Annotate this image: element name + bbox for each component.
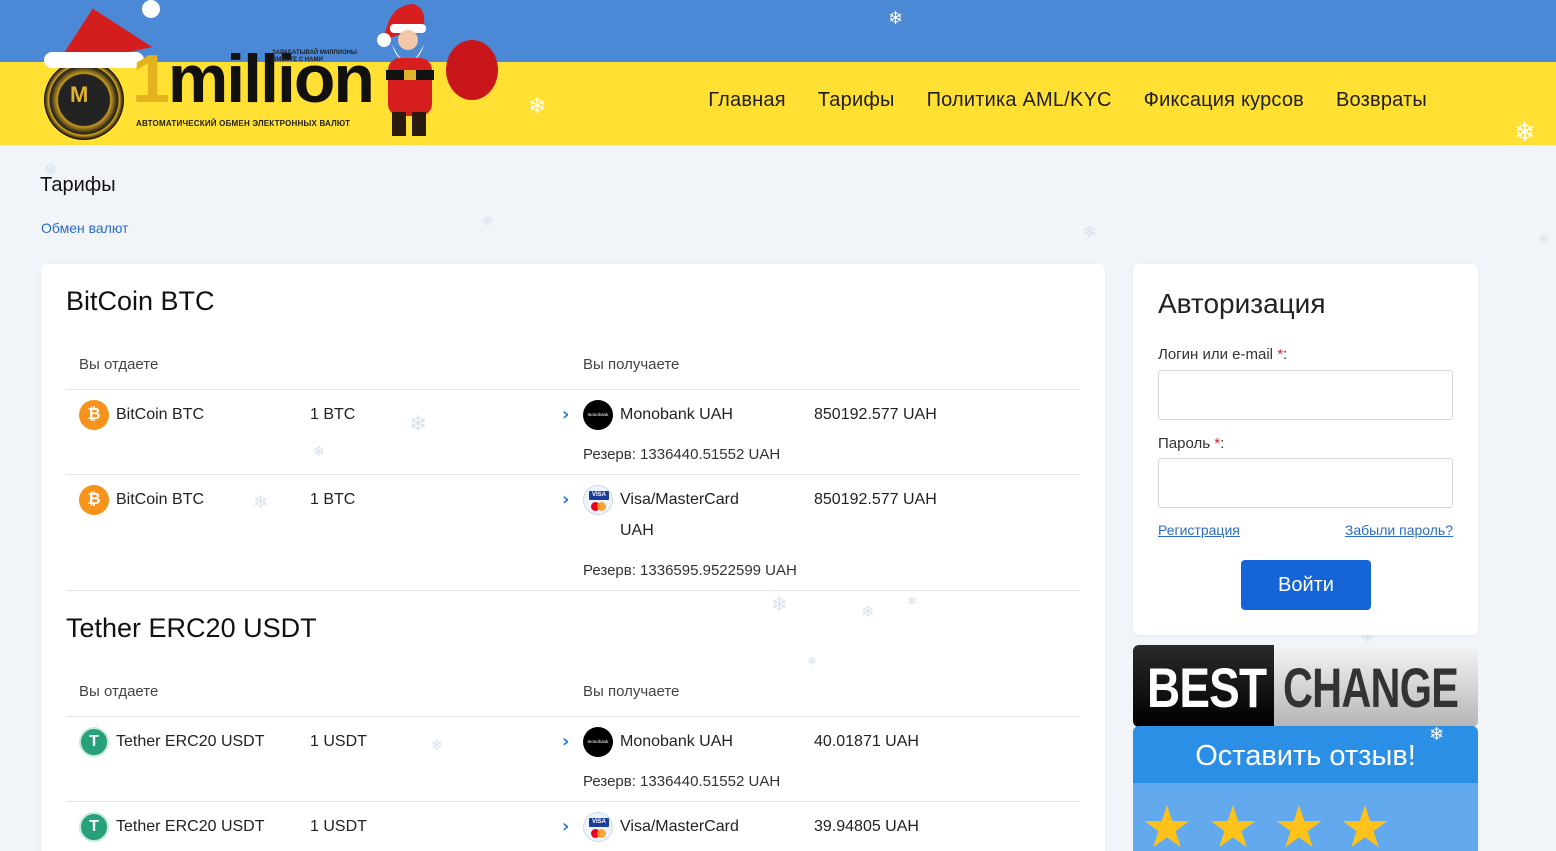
- star-icon: ★: [1273, 793, 1325, 851]
- give-currency: Tether ERC20 USDT: [116, 733, 265, 750]
- snowflake-icon: ❄: [313, 444, 325, 460]
- snowflake-icon: ❄: [807, 654, 818, 668]
- nav-aml-kyc[interactable]: Политика AML/KYC: [927, 89, 1112, 112]
- snowflake-icon: ❄: [528, 94, 547, 119]
- login-title: Авторизация: [1158, 288, 1326, 319]
- logo-tagline: АВТОМАТИЧЕСКИЙ ОБМЕН ЭЛЕКТРОННЫХ ВАЛЮТ: [136, 119, 351, 128]
- get-currency: Visa/MasterCard: [620, 818, 739, 835]
- snowflake-icon: ❄: [888, 8, 904, 29]
- give-amount: 1 USDT: [310, 733, 367, 750]
- santa-hat-pompom: [142, 0, 160, 18]
- give-currency: Tether ERC20 USDT: [116, 818, 265, 835]
- bitcoin-icon: ₿: [79, 400, 109, 430]
- get-currency: Monobank UAH: [620, 406, 733, 423]
- page-title: Тарифы: [40, 174, 116, 196]
- main-nav: Главная Тарифы Политика AML/KYC Фиксация…: [708, 89, 1427, 112]
- snowflake-icon: ❄: [1083, 222, 1097, 241]
- get-currency: Monobank UAH: [620, 733, 733, 750]
- snowflake-icon: ❄: [1429, 726, 1445, 745]
- section-title: BitCoin BTC: [66, 286, 215, 316]
- get-amount: 850192.577 UAH: [814, 406, 937, 423]
- login-button[interactable]: Войти: [1241, 560, 1371, 610]
- divider: [66, 801, 1080, 802]
- tariffs-card: BitCoin BTC Вы отдаете Вы получаете ₿ Bi…: [41, 264, 1105, 851]
- give-amount: 1 USDT: [310, 818, 367, 835]
- tether-icon: T: [79, 727, 109, 757]
- snowflake-icon: ❄: [1514, 118, 1536, 145]
- col-get-header: Вы получаете: [583, 683, 680, 700]
- reserve-text: Резерв: 1336440.51552 UAH: [583, 446, 781, 463]
- get-currency: Visa/MasterCard: [620, 491, 739, 508]
- password-input[interactable]: [1158, 458, 1453, 508]
- get-amount: 850192.577 UAH: [814, 491, 937, 508]
- nav-tariffs[interactable]: Тарифы: [818, 89, 895, 112]
- leave-review-banner[interactable]: Оставить отзыв! ❄ ★ ★ ★ ★: [1133, 726, 1478, 851]
- star-icon: ★: [1339, 793, 1391, 851]
- chevron-right-icon: ›: [562, 816, 570, 837]
- divider: [66, 590, 1080, 591]
- santa-icon: [377, 4, 498, 136]
- give-currency: BitCoin BTC: [116, 491, 205, 508]
- login-label: Логин или e-mail *:: [1158, 346, 1288, 363]
- password-label: Пароль *:: [1158, 435, 1225, 452]
- snowflake-icon: ❄: [431, 738, 443, 754]
- get-currency-line2: UAH: [620, 522, 654, 539]
- leave-review-text: Оставить отзыв!: [1195, 740, 1416, 772]
- divider: [66, 716, 1080, 717]
- snowflake-icon: ❄: [409, 412, 428, 437]
- monobank-icon: monobank: [583, 400, 613, 430]
- nav-rate-fix[interactable]: Фиксация курсов: [1144, 89, 1304, 112]
- col-get-header: Вы получаете: [583, 356, 680, 373]
- tether-icon: T: [79, 812, 109, 842]
- star-icon: ★: [1141, 793, 1193, 851]
- col-give-header: Вы отдаете: [79, 356, 159, 373]
- divider: [66, 474, 1080, 475]
- bestchange-banner[interactable]: BEST CHANGE: [1133, 645, 1478, 727]
- give-amount: 1 BTC: [310, 491, 356, 508]
- reserve-text: Резерв: 1336595.9522599 UAH: [583, 562, 797, 579]
- snowflake-icon: ❄: [907, 594, 918, 608]
- bestchange-change: CHANGE: [1283, 656, 1459, 719]
- snowflake-icon: ❄: [253, 492, 269, 513]
- col-give-header: Вы отдаете: [79, 683, 159, 700]
- logo-slogan: ЗАРАБАТЫВАЙ МИЛЛИОНЫ ВМЕСТЕ С НАМИ: [272, 50, 357, 63]
- reserve-text: Резерв: 1336440.51552 UAH: [583, 773, 781, 790]
- give-currency: BitCoin BTC: [116, 406, 205, 423]
- bitcoin-icon: ₿: [79, 485, 109, 515]
- chevron-right-icon: ›: [562, 489, 570, 510]
- chevron-right-icon: ›: [562, 731, 570, 752]
- get-amount: 39.94805 UAH: [814, 818, 919, 835]
- bestchange-best: BEST: [1147, 656, 1267, 719]
- logo-coin-letter: M: [70, 82, 89, 107]
- visa-mastercard-icon: VISA: [583, 485, 613, 515]
- star-icon: ★: [1207, 793, 1259, 851]
- login-input[interactable]: [1158, 370, 1453, 420]
- nav-refunds[interactable]: Возвраты: [1336, 89, 1427, 112]
- divider: [66, 389, 1080, 390]
- snowflake-icon: ❄: [482, 214, 494, 230]
- chevron-right-icon: ›: [562, 404, 570, 425]
- site-logo[interactable]: M 1million ЗАРАБАТЫВАЙ МИЛЛИОНЫ ВМЕСТЕ С…: [40, 0, 500, 145]
- santa-hat-band: [44, 52, 144, 68]
- nav-home[interactable]: Главная: [708, 89, 786, 112]
- login-card: Авторизация Логин или e-mail *: Пароль *…: [1133, 264, 1478, 635]
- visa-mastercard-icon: VISA: [583, 812, 613, 842]
- register-link[interactable]: Регистрация: [1158, 522, 1240, 538]
- snowflake-icon: ❄: [861, 602, 875, 621]
- site-header: ❄ ❄ ❄ M 1million ЗАРАБАТЫВАЙ МИЛЛИОНЫ ВМ…: [0, 0, 1556, 145]
- snowflake-icon: ❄: [771, 592, 788, 616]
- breadcrumb-exchange[interactable]: Обмен валют: [41, 220, 128, 236]
- get-amount: 40.01871 UAH: [814, 733, 919, 750]
- forgot-password-link[interactable]: Забыли пароль?: [1345, 522, 1453, 538]
- give-amount: 1 BTC: [310, 406, 356, 423]
- snowflake-icon: ❄: [1538, 232, 1550, 248]
- section-title: Tether ERC20 USDT: [66, 613, 317, 643]
- monobank-icon: monobank: [583, 727, 613, 757]
